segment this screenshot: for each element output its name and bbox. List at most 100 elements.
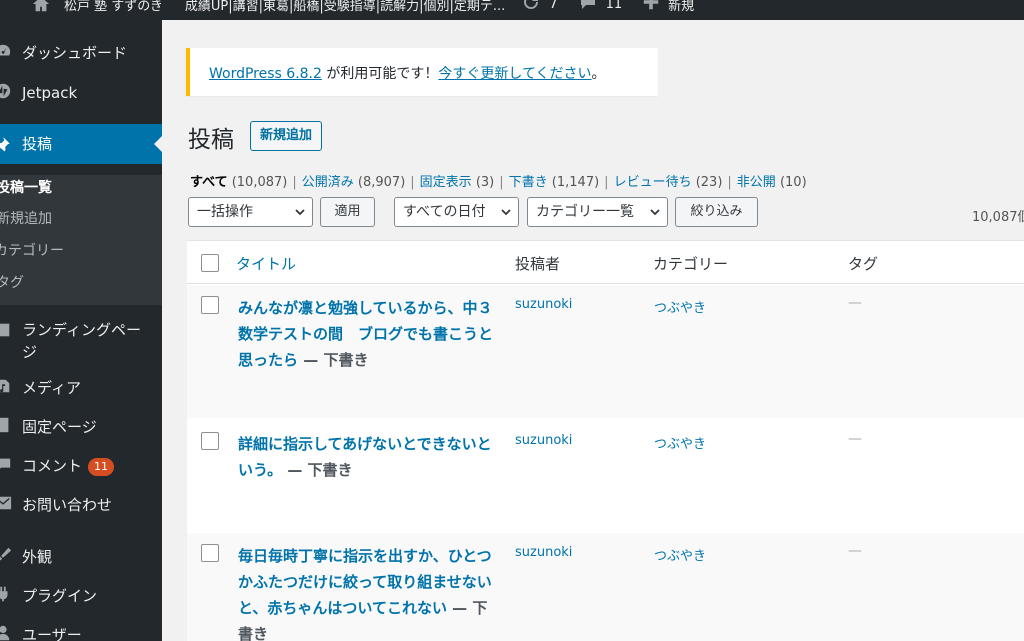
comment-bubble-icon (578, 0, 598, 16)
notice-middle-text: が利用可能です！ (321, 66, 439, 82)
menu-comments-label: コメント 11 (22, 455, 115, 477)
items-count: 10,087個 (972, 210, 1024, 225)
post-author[interactable]: suzunoki (515, 433, 572, 448)
submenu-all-posts[interactable]: 投稿一覧 (0, 179, 52, 197)
site-tagline: 成績UP|講習|東葛|船橋|受験指導|読解力|個別|定期テ... (184, 0, 506, 14)
post-title[interactable]: みんなが凛と勉強しているから、中３数学テストの間 ブログでも書こうと思ったら —… (238, 295, 500, 373)
filter-private[interactable]: 非公開 (737, 175, 776, 190)
comments-badge: 11 (88, 457, 115, 476)
comments-count: 11 (605, 0, 623, 12)
menu-landing-pages-label: ランディングページ (22, 321, 141, 361)
table-row: 詳細に指示してあげないとできないという。 — 下書き suzunoki つぶやき… (187, 421, 1024, 532)
category-filter-value: カテゴリー一覧 (536, 204, 634, 220)
posts-table: タイトル 投稿者 カテゴリー タグ みんなが凛と勉強しているから、中３数学テスト… (187, 240, 1024, 641)
admin-sidebar: ダッシュボード Jetpack 投稿 投稿一覧 新規追加 カテゴリー タグ ラン… (0, 20, 162, 641)
category-filter-select[interactable]: カテゴリー一覧 (527, 197, 668, 227)
filter-button[interactable]: 絞り込み (675, 197, 758, 227)
post-author[interactable]: suzunoki (515, 297, 572, 312)
comment-icon (0, 455, 12, 473)
menu-pages-label: 固定ページ (22, 418, 97, 436)
filter-published-count: (8,907) (357, 175, 406, 190)
menu-comments[interactable]: コメント 11 (0, 455, 162, 477)
bulk-actions-value: 一括操作 (197, 204, 253, 220)
jetpack-icon (0, 82, 12, 100)
wordpress-version-link[interactable]: WordPress 6.8.2 (209, 66, 322, 82)
apply-button[interactable]: 適用 (320, 197, 375, 227)
post-author[interactable]: suzunoki (515, 545, 572, 560)
menu-media-label: メディア (22, 379, 81, 397)
menu-plugins[interactable]: プラグイン (0, 585, 162, 607)
submenu-tags[interactable]: タグ (0, 274, 24, 292)
table-row: 毎日毎時丁寧に指示を出すか、ひとつかふたつだけに絞って取り組ませないと、赤ちゃん… (187, 533, 1024, 641)
menu-posts-label: 投稿 (22, 135, 53, 153)
admin-bar: 松戸 塾 すずのき 成績UP|講習|東葛|船橋|受験指導|読解力|個別|定期テ.… (0, 0, 1024, 20)
post-category[interactable]: つぶやき (654, 297, 706, 316)
posts-submenu: 投稿一覧 新規追加 カテゴリー タグ (0, 175, 162, 305)
envelope-icon (0, 494, 12, 512)
filter-draft[interactable]: 下書き (509, 175, 548, 190)
site-name[interactable]: 松戸 塾 すずのき (60, 0, 173, 14)
media-icon (0, 377, 12, 395)
post-state: — 下書き (282, 461, 353, 479)
menu-pages[interactable]: 固定ページ (0, 416, 162, 438)
row-checkbox[interactable] (201, 432, 219, 450)
menu-dashboard-label: ダッシュボード (22, 44, 128, 62)
column-tags-header: タグ (848, 255, 879, 273)
landing-page-icon (0, 321, 12, 339)
date-filter-select[interactable]: すべての日付 (394, 197, 519, 227)
home-icon[interactable] (0, 0, 60, 13)
menu-appearance[interactable]: 外観 (0, 546, 162, 568)
updates-count: 7 (549, 0, 558, 12)
chevron-down-icon (295, 209, 305, 216)
menu-jetpack[interactable]: Jetpack (0, 82, 162, 104)
menu-contact-label: お問い合わせ (22, 496, 113, 514)
updates-item[interactable]: 7 (515, 0, 567, 16)
column-author-header: 投稿者 (515, 255, 561, 273)
post-state: — 下書き (298, 351, 369, 369)
row-checkbox[interactable] (201, 296, 219, 314)
add-new-button[interactable]: 新規追加 (250, 121, 323, 151)
update-now-link[interactable]: 今すぐ更新してください (438, 66, 591, 82)
menu-users-label: ユーザー (22, 626, 82, 641)
comments-item[interactable]: 11 (568, 0, 633, 16)
submenu-add-new[interactable]: 新規追加 (0, 210, 52, 228)
page-title: 投稿 (188, 127, 234, 153)
filter-pending-count: (23) (695, 175, 723, 190)
update-notice-text: WordPress 6.8.2 が利用可能です！今すぐ更新してください。 (209, 63, 606, 83)
filter-sticky-count: (3) (475, 175, 495, 190)
filter-separator: | (499, 175, 504, 190)
chevron-down-icon (501, 209, 511, 216)
post-category[interactable]: つぶやき (654, 433, 706, 452)
post-category[interactable]: つぶやき (654, 545, 706, 564)
select-all-checkbox[interactable] (201, 254, 219, 272)
row-checkbox[interactable] (201, 544, 219, 562)
menu-posts[interactable]: 投稿 (0, 124, 162, 164)
updates-icon (521, 0, 541, 16)
filter-sticky[interactable]: 固定表示 (420, 175, 472, 190)
submenu-categories[interactable]: カテゴリー (0, 242, 64, 260)
status-filters: すべて (10,087) | 公開済み (8,907) | 固定表示 (3) | 下書き (… (190, 171, 807, 190)
menu-landing-pages[interactable]: ランディングページ (0, 319, 162, 363)
filter-published[interactable]: 公開済み (302, 175, 354, 190)
menu-media[interactable]: メディア (0, 377, 162, 399)
filter-separator: | (604, 175, 609, 190)
plugin-icon (0, 585, 12, 603)
paintbrush-icon (0, 546, 12, 564)
post-title[interactable]: 詳細に指示してあげないとできないという。 — 下書き (238, 431, 500, 483)
menu-users[interactable]: ユーザー (0, 624, 162, 641)
post-title[interactable]: 毎日毎時丁寧に指示を出すか、ひとつかふたつだけに絞って取り組ませないと、赤ちゃん… (238, 543, 500, 641)
menu-comments-text: コメント (22, 457, 83, 475)
column-title-header[interactable]: タイトル (236, 253, 296, 274)
menu-dashboard[interactable]: ダッシュボード (0, 42, 162, 64)
new-content-item[interactable]: 新規 (632, 0, 704, 15)
post-tags: — (848, 431, 862, 447)
bulk-actions-select[interactable]: 一括操作 (188, 197, 313, 227)
plus-icon (642, 0, 660, 15)
column-categories-header: カテゴリー (653, 255, 729, 273)
filter-all[interactable]: すべて (190, 175, 228, 190)
filter-separator: | (727, 175, 732, 190)
filter-pending[interactable]: レビュー待ち (614, 175, 692, 190)
post-title-link[interactable]: 詳細に指示してあげないとできないという。 (238, 435, 492, 479)
pushpin-icon (0, 135, 12, 153)
menu-contact[interactable]: お問い合わせ (0, 494, 162, 516)
